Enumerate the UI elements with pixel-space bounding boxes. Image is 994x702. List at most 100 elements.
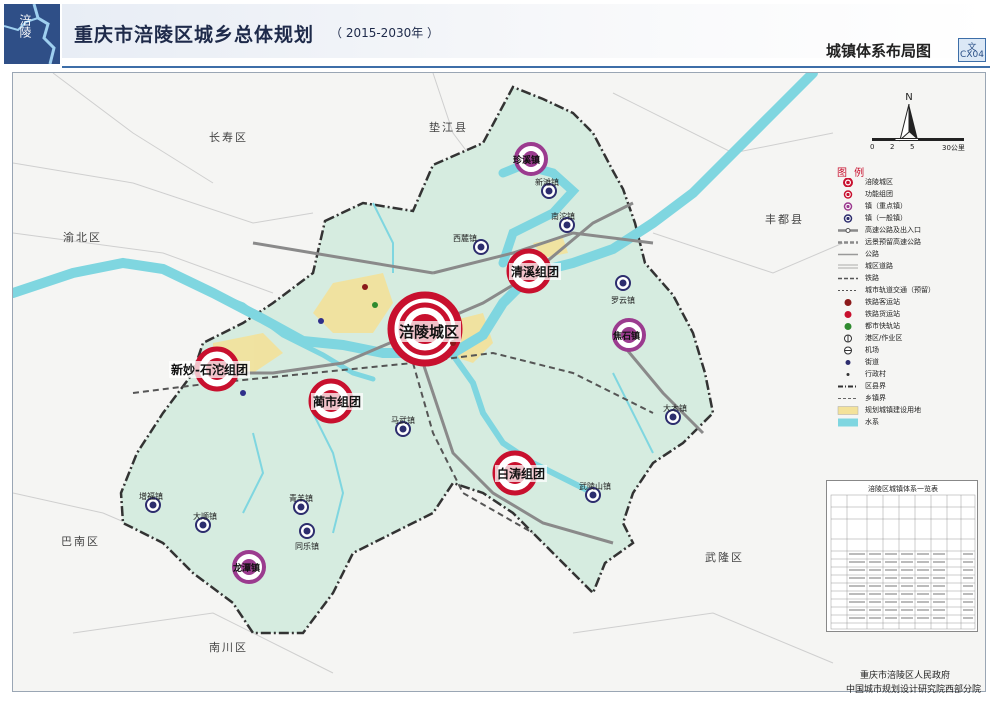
legend-urban-land-icon	[837, 406, 859, 415]
cluster-label-fuling: 涪陵城区	[397, 321, 462, 342]
legend-label: 镇（重点镇）	[865, 202, 907, 210]
scale-tick-2: 2	[890, 143, 895, 151]
scale-tick-30: 30公里	[942, 144, 965, 152]
legend-cluster-icon	[843, 190, 853, 199]
cluster-label-xinmiao: 新妙-石沱组团	[169, 361, 250, 378]
legend-item-town-boundary: 乡镇界	[837, 394, 977, 404]
map-code-badge: 文 CX04	[958, 38, 986, 62]
area-label-dianjiang: 垫江县	[429, 121, 468, 134]
legend-item-airport: 机场	[837, 346, 977, 356]
legend-label: 机场	[865, 346, 879, 354]
legend-port-icon	[844, 334, 852, 343]
key-town-label-zhenxi: 珍溪镇	[513, 156, 541, 166]
legend-label: 街道	[865, 358, 879, 366]
legend-item-water: 水系	[837, 418, 977, 428]
area-label-fengdu: 丰都县	[765, 213, 804, 226]
legend-label: 铁路	[865, 274, 879, 282]
legend-item-highway: 高速公路及出入口	[837, 226, 977, 236]
legend-item-general-town: 镇（一般镇）	[837, 214, 977, 224]
legend-label: 乡镇界	[865, 394, 886, 402]
legend-item-express-station: 都市快轨站	[837, 322, 977, 332]
legend-item-fuling: 涪陵城区	[837, 178, 977, 188]
legend-label: 铁路客运站	[865, 298, 900, 306]
legend-label: 镇（一般镇）	[865, 214, 907, 222]
legend-item-village: 行政村	[837, 370, 977, 380]
area-label-banan: 巴南区	[61, 535, 100, 548]
legend-freight-station-icon	[844, 311, 852, 318]
scale-bar-graphic	[872, 138, 964, 141]
legend-town-boundary-icon	[838, 398, 858, 399]
legend-item-cluster: 功能组团	[837, 190, 977, 200]
town-label-tongle: 同乐镇	[295, 542, 319, 551]
legend-road-icon	[838, 253, 858, 256]
town-label-mafang: 马武镇	[391, 416, 415, 425]
map-code: CX04	[960, 50, 984, 60]
cluster-label-lishi: 蔺市组团	[311, 393, 364, 410]
footer-issuer: 重庆市涪陵区人民政府	[860, 671, 951, 681]
year-range: （ 2015-2030年 ）	[330, 26, 440, 40]
area-label-nanchuan: 南川区	[209, 641, 248, 654]
legend-item-subdistrict: 街道	[837, 358, 977, 368]
legend-district-boundary-icon	[838, 385, 858, 388]
legend-cluster-main-icon	[843, 178, 853, 187]
town-label-dashun: 大顺镇	[193, 512, 217, 521]
legend-item-urban-road: 城区道路	[837, 262, 977, 272]
legend-urban-road-icon	[838, 264, 858, 269]
legend-item-road: 公路	[837, 250, 977, 260]
logo: 涪陵	[4, 4, 60, 64]
legend-item-freight-station: 铁路货运站	[837, 310, 977, 320]
area-label-wulong: 武隆区	[705, 551, 744, 564]
town-label-damu: 大木镇	[663, 404, 687, 413]
legend-key-town-icon	[843, 202, 853, 211]
legend-label: 水系	[865, 418, 879, 426]
legend-reserved-highway-icon	[838, 241, 858, 244]
legend-label: 区县界	[865, 382, 886, 390]
legend-railway-icon	[838, 277, 858, 280]
legend-item-key-town: 镇（重点镇）	[837, 202, 977, 212]
cluster-label-qingxi: 清溪组团	[509, 263, 562, 280]
legend-item-passenger-station: 铁路客运站	[837, 298, 977, 308]
legend-label: 港区/作业区	[865, 334, 903, 342]
scale-bar: 0 2 5 30公里	[868, 130, 968, 154]
legend-label: 涪陵城区	[865, 178, 893, 186]
town-label-luoyun: 罗云镇	[611, 296, 635, 305]
page-title: 重庆市涪陵区城乡总体规划	[74, 24, 315, 46]
legend-item-district-boundary: 区县界	[837, 382, 977, 392]
legend-item-railway: 铁路	[837, 274, 977, 284]
town-system-table: 涪陵区城镇体系一览表	[826, 480, 978, 632]
area-label-yubei: 渝北区	[63, 231, 102, 244]
scale-tick-0: 0	[870, 143, 875, 151]
table-grid	[830, 494, 976, 630]
map-legend: 图 例 涪陵城区 功能组团 镇（重点镇） 镇（一般镇） 高速公路及出入口 远景预…	[831, 164, 977, 436]
town-label-zengfu: 增福镇	[139, 492, 163, 501]
legend-water-icon	[838, 418, 858, 427]
legend-passenger-station-icon	[844, 299, 852, 306]
legend-label: 公路	[865, 250, 879, 258]
town-label-xiqin: 西麓镇	[453, 234, 477, 243]
footer-designer: 中国城市规划设计研究院西部分院	[846, 685, 982, 695]
legend-label: 城市轨道交通（预留）	[865, 286, 935, 294]
legend-label: 规划城镇建设用地	[865, 406, 921, 414]
town-label-xintan: 新滩镇	[535, 178, 559, 187]
legend-subdistrict-icon	[845, 360, 851, 365]
legend-express-station-icon	[844, 323, 852, 330]
town-label-wulingshan: 武陵山镇	[579, 482, 611, 491]
legend-general-town-icon	[843, 214, 853, 223]
legend-title: 图 例	[837, 168, 867, 179]
legend-highway-icon	[838, 228, 858, 233]
legend-item-port: 港区/作业区	[837, 334, 977, 344]
logo-text: 涪陵	[18, 14, 32, 38]
legend-item-urban-land: 规划城镇建设用地	[837, 406, 977, 416]
north-letter: N	[905, 92, 913, 103]
legend-airport-icon	[844, 346, 852, 355]
map-name: 城镇体系布局图	[826, 42, 932, 60]
key-town-label-jiaoshi: 焦石镇	[613, 332, 641, 342]
key-town-label-longtan: 龙潭镇	[233, 564, 261, 574]
header-bar: 涪陵 重庆市涪陵区城乡总体规划 （ 2015-2030年 ） 城镇体系布局图 文…	[0, 0, 994, 72]
legend-item-rail-transit: 城市轨道交通（预留）	[837, 286, 977, 296]
legend-label: 远景预留高速公路	[865, 238, 921, 246]
legend-village-icon	[846, 373, 850, 376]
legend-label: 行政村	[865, 370, 886, 378]
cluster-label-baitao: 白涛组团	[495, 465, 548, 482]
legend-label: 功能组团	[865, 190, 893, 198]
